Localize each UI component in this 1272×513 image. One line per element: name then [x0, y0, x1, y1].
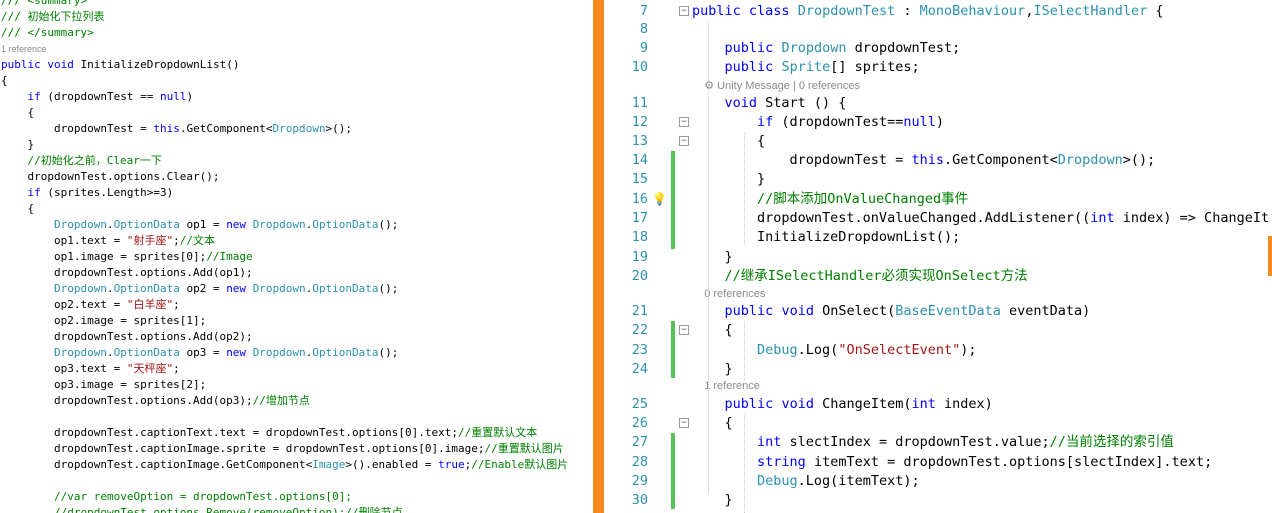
code-line: dropdownTest.options.Add(op1);: [1, 266, 253, 279]
indent-guide: [744, 132, 745, 245]
line-number: 26: [631, 415, 648, 431]
code-line: dropdownTest.options.Add(op3);//增加节点: [1, 394, 310, 407]
line-number: 12: [631, 114, 648, 130]
change-indicator: [671, 321, 675, 378]
codelens-reference[interactable]: 1 reference: [1, 41, 47, 57]
line-number: 28: [631, 454, 648, 470]
fold-toggle-icon[interactable]: −: [679, 6, 689, 16]
code-line: string itemText = dropdownTest.options[s…: [757, 454, 1213, 470]
fold-toggle-icon[interactable]: −: [679, 325, 689, 335]
line-number: 11: [631, 95, 648, 111]
right-code-editor[interactable]: 💡 7 public class DropdownTest : MonoBehav…: [604, 0, 1272, 513]
code-line: int slectIndex = dropdownTest.value;//当前…: [757, 434, 1174, 450]
code-line: Debug.Log("OnSelectEvent");: [757, 342, 977, 358]
code-line: }: [692, 361, 733, 377]
line-number: 8: [639, 21, 648, 37]
change-indicator: [671, 433, 675, 509]
code-line: Dropdown.OptionData op3 = new Dropdown.O…: [53, 346, 399, 359]
line-number: 10: [631, 59, 648, 75]
code-line: Dropdown.OptionData op2 = new Dropdown.O…: [53, 282, 399, 295]
code-line: dropdownTest.options.Clear();: [1, 170, 220, 183]
fold-toggle-icon[interactable]: −: [679, 418, 689, 428]
code-line: //脚本添加OnValueChanged事件: [757, 191, 969, 207]
line-number: 30: [631, 492, 648, 508]
code-line: //var removeOption = dropdownTest.option…: [53, 490, 352, 503]
line-number: 23: [631, 342, 648, 358]
code-line: {: [1, 106, 35, 119]
code-line: /// 初始化下拉列表: [1, 10, 105, 23]
line-number: 13: [631, 133, 648, 149]
code-line: dropdownTest.onValueChanged.AddListener(…: [692, 210, 1270, 226]
code-line: Dropdown.OptionData op1 = new Dropdown.O…: [53, 218, 399, 231]
line-number: 17: [631, 210, 648, 226]
code-line: dropdownTest.captionImage.GetComponent<I…: [1, 458, 569, 471]
code-line: op2.image = sprites[1];: [1, 314, 207, 327]
code-line: dropdownTest = this.GetComponent<Dropdow…: [1, 122, 353, 135]
scrollbar-marker[interactable]: [1268, 236, 1272, 276]
code-line: op2.text = "白羊座";: [1, 298, 180, 311]
lightbulb-icon[interactable]: 💡: [652, 192, 667, 206]
line-number: 14: [631, 152, 648, 168]
code-line: op3.text = "天枰座";: [1, 362, 180, 375]
code-line: /// <summary>: [1, 0, 88, 7]
line-number: 25: [631, 396, 648, 412]
fold-toggle-icon[interactable]: −: [679, 136, 689, 146]
line-number: 18: [631, 229, 648, 245]
code-line: //继承ISelectHandler必须实现OnSelect方法: [724, 268, 1028, 284]
change-indicator: [671, 151, 675, 249]
code-line: //初始化之前，Clear一下: [27, 154, 162, 167]
line-number: 22: [631, 322, 648, 338]
line-number: 21: [631, 303, 648, 319]
code-line: public void InitializeDropdownList(): [1, 58, 240, 71]
fold-toggle-icon[interactable]: −: [679, 117, 689, 127]
code-line: Debug.Log(itemText);: [757, 473, 920, 489]
code-line: dropdownTest.options.Add(op2);: [1, 330, 253, 343]
code-line: {: [692, 322, 733, 338]
left-code-editor[interactable]: /// <summary> /// 初始化下拉列表 /// </summary> 1 …: [0, 0, 593, 513]
code-line: public Sprite[] sprites;: [724, 59, 920, 75]
line-number: 29: [631, 473, 648, 489]
line-number: 20: [631, 268, 648, 284]
line-number: 19: [631, 249, 648, 265]
line-number: 15: [631, 171, 648, 187]
codelens-reference[interactable]: 0 references: [692, 288, 765, 300]
line-number: 27: [631, 434, 648, 450]
codelens-reference[interactable]: 1 reference: [692, 380, 760, 392]
code-line: void Start () {: [724, 95, 847, 111]
indent-guide: [744, 414, 745, 513]
code-line: if (dropdownTest==null): [757, 114, 944, 130]
indent-guide: [708, 20, 709, 493]
code-line: /// </summary>: [1, 26, 94, 39]
line-number: 9: [639, 40, 648, 56]
code-line: op1.image = sprites[0];//Image: [1, 250, 253, 263]
code-line: {: [1, 74, 8, 87]
code-line: InitializeDropdownList();: [692, 229, 961, 245]
code-line: //dropdownTest.options.Remove(removeOpti…: [53, 506, 403, 513]
code-line: dropdownTest.captionText.text = dropdown…: [1, 426, 538, 439]
window-separator: [593, 0, 604, 513]
indent-guide: [744, 321, 745, 380]
codelens-reference[interactable]: ⚙ Unity Message | 0 references: [692, 79, 860, 92]
code-line: dropdownTest.captionImage.sprite = dropd…: [1, 442, 564, 455]
code-line: }: [692, 492, 733, 508]
code-line: op1.text = "射手座";//文本: [1, 234, 215, 247]
code-line: if (dropdownTest == null): [27, 90, 194, 103]
code-line: {: [1, 202, 35, 215]
line-number: 7: [639, 3, 648, 19]
line-number: 16: [631, 191, 648, 207]
code-line: public void OnSelect(BaseEventData event…: [724, 303, 1091, 319]
code-line: }: [692, 171, 766, 187]
code-line: op3.image = sprites[2];: [1, 378, 207, 391]
code-line: }: [692, 249, 733, 265]
code-line: dropdownTest = this.GetComponent<Dropdow…: [692, 152, 1156, 168]
code-line: public Dropdown dropdownTest;: [724, 40, 961, 56]
code-line: }: [1, 138, 35, 151]
code-line: public class DropdownTest : MonoBehaviou…: [692, 3, 1164, 19]
code-line: public void ChangeItem(int index): [724, 396, 993, 412]
code-line: if (sprites.Length>=3): [27, 186, 174, 199]
code-line: {: [692, 415, 733, 431]
line-number: 24: [631, 361, 648, 377]
code-line: {: [692, 133, 766, 149]
